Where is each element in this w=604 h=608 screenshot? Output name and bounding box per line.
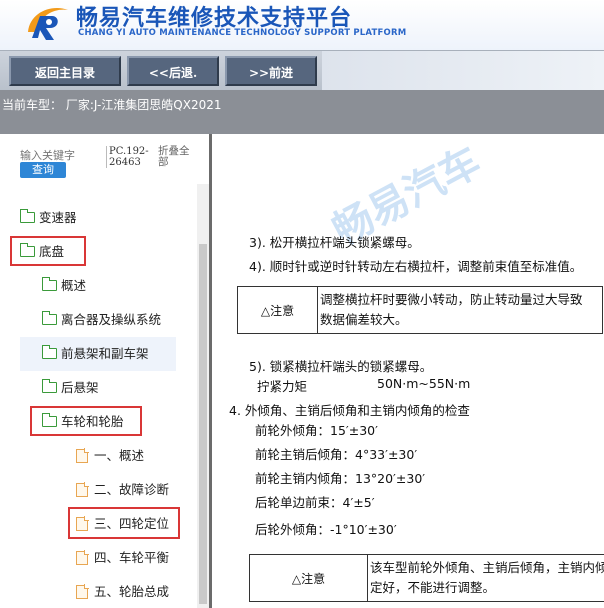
content-pane: 畅易汽车 3). 松开横拉杆端头锁紧螺母。 4). 顺时针或逆时针转动左右横拉杆… <box>215 134 604 608</box>
step-4: 4). 顺时针或逆时针转动左右横拉杆，调整前束值至标准值。 <box>249 259 583 274</box>
tree-item-wheel-balance[interactable]: 四、车轮平衡 <box>76 543 169 571</box>
note-line: 调整横拉杆时要微小转动，防止转动量过大导致 <box>320 292 583 307</box>
tree-item-overview[interactable]: 概述 <box>41 271 87 299</box>
spec-front-camber: 前轮外倾角：15′±30′ <box>255 423 378 438</box>
page-root: 畅易汽车维修技术支持平台 CHANG YI AUTO MAINTENANCE T… <box>0 0 604 608</box>
tree-item-label: 变速器 <box>39 209 77 225</box>
sidebar: 查询 PC.192-26463 折叠全部 变速器 底盘 概述 离合器及操纵系统 … <box>0 134 212 608</box>
folder-icon <box>19 209 35 223</box>
step-3: 3). 松开横拉杆端头锁紧螺母。 <box>249 235 420 250</box>
tree-item-label: 车轮和轮胎 <box>61 413 124 429</box>
note-body: 该车型前轮外倾角、主销后倾角，主销内倾 定好，不能进行调整。 <box>370 555 604 598</box>
folder-open-icon <box>19 243 35 257</box>
back-to-main-button[interactable]: 返回主目录 <box>9 56 121 86</box>
tree-item-label: 前悬架和副车架 <box>61 345 149 361</box>
spec-rear-toe: 后轮单边前束：4′±5′ <box>255 495 375 510</box>
tree-item-wheels-tires[interactable]: 车轮和轮胎 <box>41 407 124 435</box>
note-line: 数据偏差较大。 <box>320 312 408 327</box>
tree-item-front-suspension[interactable]: 前悬架和副车架 <box>41 339 149 367</box>
tree-item-label: 概述 <box>61 277 87 293</box>
toolbar: 返回主目录 <<后退. >>前进 <box>0 50 604 91</box>
document-icon <box>76 482 89 497</box>
header-banner: 畅易汽车维修技术支持平台 CHANG YI AUTO MAINTENANCE T… <box>0 0 604 50</box>
note-box-1: △注意 调整横拉杆时要微小转动，防止转动量过大导致 数据偏差较大。 <box>237 286 603 334</box>
scrollbar-thumb[interactable] <box>199 244 207 604</box>
note-body: 调整横拉杆时要微小转动，防止转动量过大导致 数据偏差较大。 <box>320 287 583 330</box>
forward-button[interactable]: >>前进 <box>225 56 317 86</box>
tree-item-transmission[interactable]: 变速器 <box>19 203 77 231</box>
torque-value: 50N·m~55N·m <box>377 376 471 391</box>
logo-icon <box>28 8 68 40</box>
current-vehicle-bar: 当前车型： 厂家:J-江淮集团思皓QX2021 <box>0 90 604 134</box>
document-icon <box>76 550 89 565</box>
document-icon <box>76 584 89 599</box>
torque-label: 拧紧力矩 <box>257 379 308 394</box>
tree-item-rear-suspension[interactable]: 后悬架 <box>41 373 99 401</box>
spec-front-kpi: 前轮主销内倾角：13°20′±30′ <box>255 471 426 486</box>
back-button[interactable]: <<后退. <box>127 56 219 86</box>
tree-item-wheel-alignment[interactable]: 三、四轮定位 <box>76 509 169 537</box>
toolbar-filler <box>322 51 604 91</box>
pc-code-label: PC.192-26463 <box>106 146 152 168</box>
step-5: 5). 锁紧横拉杆端头的锁紧螺母。 <box>249 359 433 374</box>
tree-item-label: 五、轮胎总成 <box>94 583 170 599</box>
tree-item-label: 底盘 <box>39 243 65 259</box>
tree-item-chassis[interactable]: 底盘 <box>19 237 65 265</box>
tree-item-wheels-overview[interactable]: 一、概述 <box>76 441 144 469</box>
folder-open-icon <box>41 413 57 427</box>
tree-item-label: 离合器及操纵系统 <box>61 311 162 327</box>
spec-rear-camber: 后轮外倾角：-1°10′±30′ <box>255 522 397 537</box>
sidebar-scrollbar[interactable] <box>197 184 209 608</box>
note-line: 定好，不能进行调整。 <box>370 580 496 595</box>
tree-item-label: 后悬架 <box>61 379 99 395</box>
tree-item-label: 二、故障诊断 <box>94 481 170 497</box>
note-box-2: △注意 该车型前轮外倾角、主销后倾角，主销内倾 定好，不能进行调整。 <box>249 554 604 602</box>
tree-item-tire-assembly[interactable]: 五、轮胎总成 <box>76 577 169 605</box>
tree-item-label: 三、四轮定位 <box>94 515 170 531</box>
nav-tree: 变速器 底盘 概述 离合器及操纵系统 前悬架和副车架 后悬架 车轮和轮胎 一、概… <box>0 184 197 608</box>
document-icon <box>76 516 89 531</box>
tree-item-label: 一、概述 <box>94 447 145 463</box>
tree-item-label: 四、车轮平衡 <box>94 549 170 565</box>
search-area: 查询 PC.192-26463 折叠全部 <box>0 134 197 184</box>
spec-front-caster: 前轮主销后倾角：4°33′±30′ <box>255 447 418 462</box>
note-heading: △注意 <box>238 287 318 333</box>
note-line: 该车型前轮外倾角、主销后倾角，主销内倾 <box>370 560 604 575</box>
app-subtitle: CHANG YI AUTO MAINTENANCE TECHNOLOGY SUP… <box>78 28 407 38</box>
folder-icon <box>41 379 57 393</box>
note-heading: △注意 <box>250 555 368 601</box>
section-4-heading: 4. 外倾角、主销后倾角和主销内倾角的检查 <box>229 403 470 418</box>
folder-icon <box>41 277 57 291</box>
folder-icon <box>41 311 57 325</box>
collapse-all-button[interactable]: 折叠全部 <box>158 146 198 168</box>
document-icon <box>76 448 89 463</box>
current-vehicle-label: 当前车型： 厂家:J-江淮集团思皓QX2021 <box>2 98 222 112</box>
tree-item-diagnosis[interactable]: 二、故障诊断 <box>76 475 169 503</box>
folder-icon <box>41 345 57 359</box>
tree-item-clutch[interactable]: 离合器及操纵系统 <box>41 305 162 333</box>
search-button[interactable]: 查询 <box>20 162 66 178</box>
